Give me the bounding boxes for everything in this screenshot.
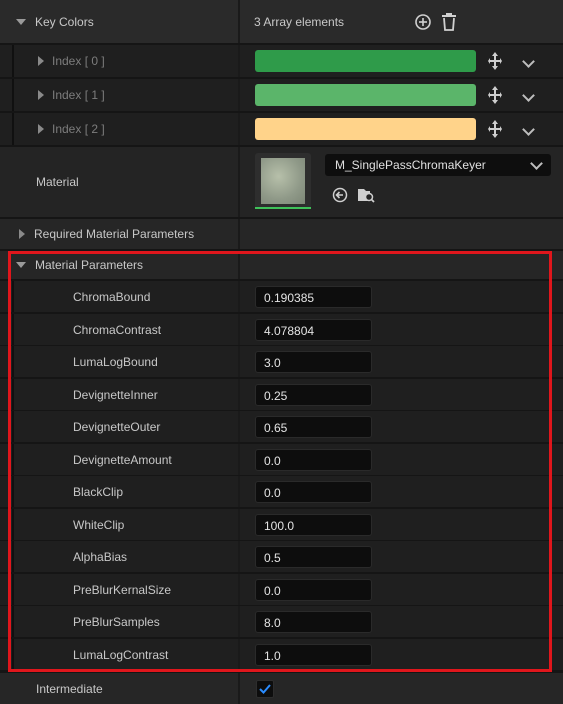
param-label: ChromaContrast [73, 322, 162, 337]
checkmark-icon [259, 683, 271, 694]
param-row: PreBlurKernalSize 0.0 [0, 574, 563, 605]
param-label: DevignetteAmount [73, 452, 172, 467]
param-value-input[interactable]: 1.0 [255, 643, 372, 666]
move-handle-icon[interactable] [488, 86, 502, 104]
move-handle-icon[interactable] [488, 52, 502, 70]
param-row: DevignetteInner 0.25 [0, 379, 563, 410]
chevron-down-icon[interactable] [522, 55, 535, 68]
index-label: Index [ 2 ] [52, 122, 105, 136]
material-label: Material [36, 175, 79, 189]
param-row: LumaLogContrast 1.0 [0, 639, 563, 670]
expand-arrow-icon[interactable] [19, 229, 25, 239]
param-value-input[interactable]: 4.078804 [255, 318, 372, 341]
intermediate-label: Intermediate [36, 681, 103, 696]
array-count-text: 3 Array elements [254, 14, 345, 29]
param-row: DevignetteAmount 0.0 [0, 444, 563, 475]
intermediate-row: Intermediate [0, 673, 563, 704]
key-colors-label: Key Colors [35, 14, 94, 29]
param-label: LumaLogContrast [73, 647, 169, 662]
material-preview-image [261, 158, 305, 204]
index-label: Index [ 1 ] [52, 88, 105, 102]
expand-arrow-icon[interactable] [38, 90, 44, 100]
param-value-input[interactable]: 3.0 [255, 350, 372, 373]
param-row: ChromaContrast 4.078804 [0, 314, 563, 345]
add-element-icon[interactable] [414, 13, 432, 31]
chevron-down-icon [530, 157, 543, 170]
param-label: WhiteClip [73, 517, 125, 532]
key-color-row: Index [ 0 ] [0, 45, 563, 77]
param-label: PreBlurKernalSize [73, 582, 172, 597]
material-row: Material M_SinglePassChromaKeyer [0, 147, 563, 217]
material-thumbnail[interactable] [255, 153, 311, 209]
intermediate-checkbox[interactable] [256, 679, 274, 698]
param-value-input[interactable]: 0.65 [255, 415, 372, 438]
param-row: LumaLogBound 3.0 [0, 346, 563, 377]
param-value-input[interactable]: 100.0 [255, 513, 372, 536]
expand-arrow-icon[interactable] [38, 124, 44, 134]
required-params-label: Required Material Parameters [34, 227, 195, 241]
expand-arrow-icon[interactable] [16, 262, 26, 268]
param-value-input[interactable]: 0.0 [255, 578, 372, 601]
param-row: PreBlurSamples 8.0 [0, 606, 563, 637]
color-swatch[interactable] [255, 84, 476, 106]
param-row: AlphaBias 0.5 [0, 541, 563, 572]
param-label: PreBlurSamples [73, 614, 160, 629]
param-label: ChromaBound [73, 289, 151, 304]
trash-icon[interactable] [441, 12, 457, 31]
color-swatch[interactable] [255, 118, 476, 140]
color-swatch[interactable] [255, 50, 476, 72]
param-row: BlackClip 0.0 [0, 476, 563, 507]
material-selected: M_SinglePassChromaKeyer [335, 158, 486, 172]
param-value-input[interactable]: 0.25 [255, 383, 372, 406]
key-color-row: Index [ 1 ] [0, 79, 563, 111]
move-handle-icon[interactable] [488, 120, 502, 138]
param-label: AlphaBias [73, 549, 128, 564]
param-value-input[interactable]: 0.0 [255, 448, 372, 471]
key-colors-header[interactable]: Key Colors 3 Array elements [0, 0, 563, 43]
required-params-header[interactable]: Required Material Parameters [0, 219, 563, 249]
param-label: BlackClip [73, 484, 124, 499]
index-label: Index [ 0 ] [52, 54, 105, 68]
param-row: ChromaBound 0.190385 [0, 281, 563, 312]
param-value-input[interactable]: 0.0 [255, 480, 372, 503]
key-color-row: Index [ 2 ] [0, 113, 563, 145]
chevron-down-icon[interactable] [522, 89, 535, 102]
param-row: WhiteClip 100.0 [0, 509, 563, 540]
chevron-down-icon[interactable] [522, 123, 535, 136]
material-dropdown[interactable]: M_SinglePassChromaKeyer [325, 154, 551, 176]
material-params-label: Material Parameters [35, 258, 144, 272]
material-params-header[interactable]: Material Parameters [0, 251, 563, 279]
thumbnail-underline [255, 207, 311, 209]
browse-folder-icon[interactable] [357, 187, 375, 203]
param-value-input[interactable]: 8.0 [255, 610, 372, 633]
param-label: LumaLogBound [73, 354, 158, 369]
param-value-input[interactable]: 0.190385 [255, 285, 372, 308]
param-row: DevignetteOuter 0.65 [0, 411, 563, 442]
param-value-input[interactable]: 0.5 [255, 545, 372, 568]
param-label: DevignetteOuter [73, 419, 161, 434]
use-selected-asset-icon[interactable] [332, 187, 348, 203]
param-label: DevignetteInner [73, 387, 158, 402]
expand-arrow-icon[interactable] [16, 18, 26, 25]
expand-arrow-icon[interactable] [38, 56, 44, 66]
